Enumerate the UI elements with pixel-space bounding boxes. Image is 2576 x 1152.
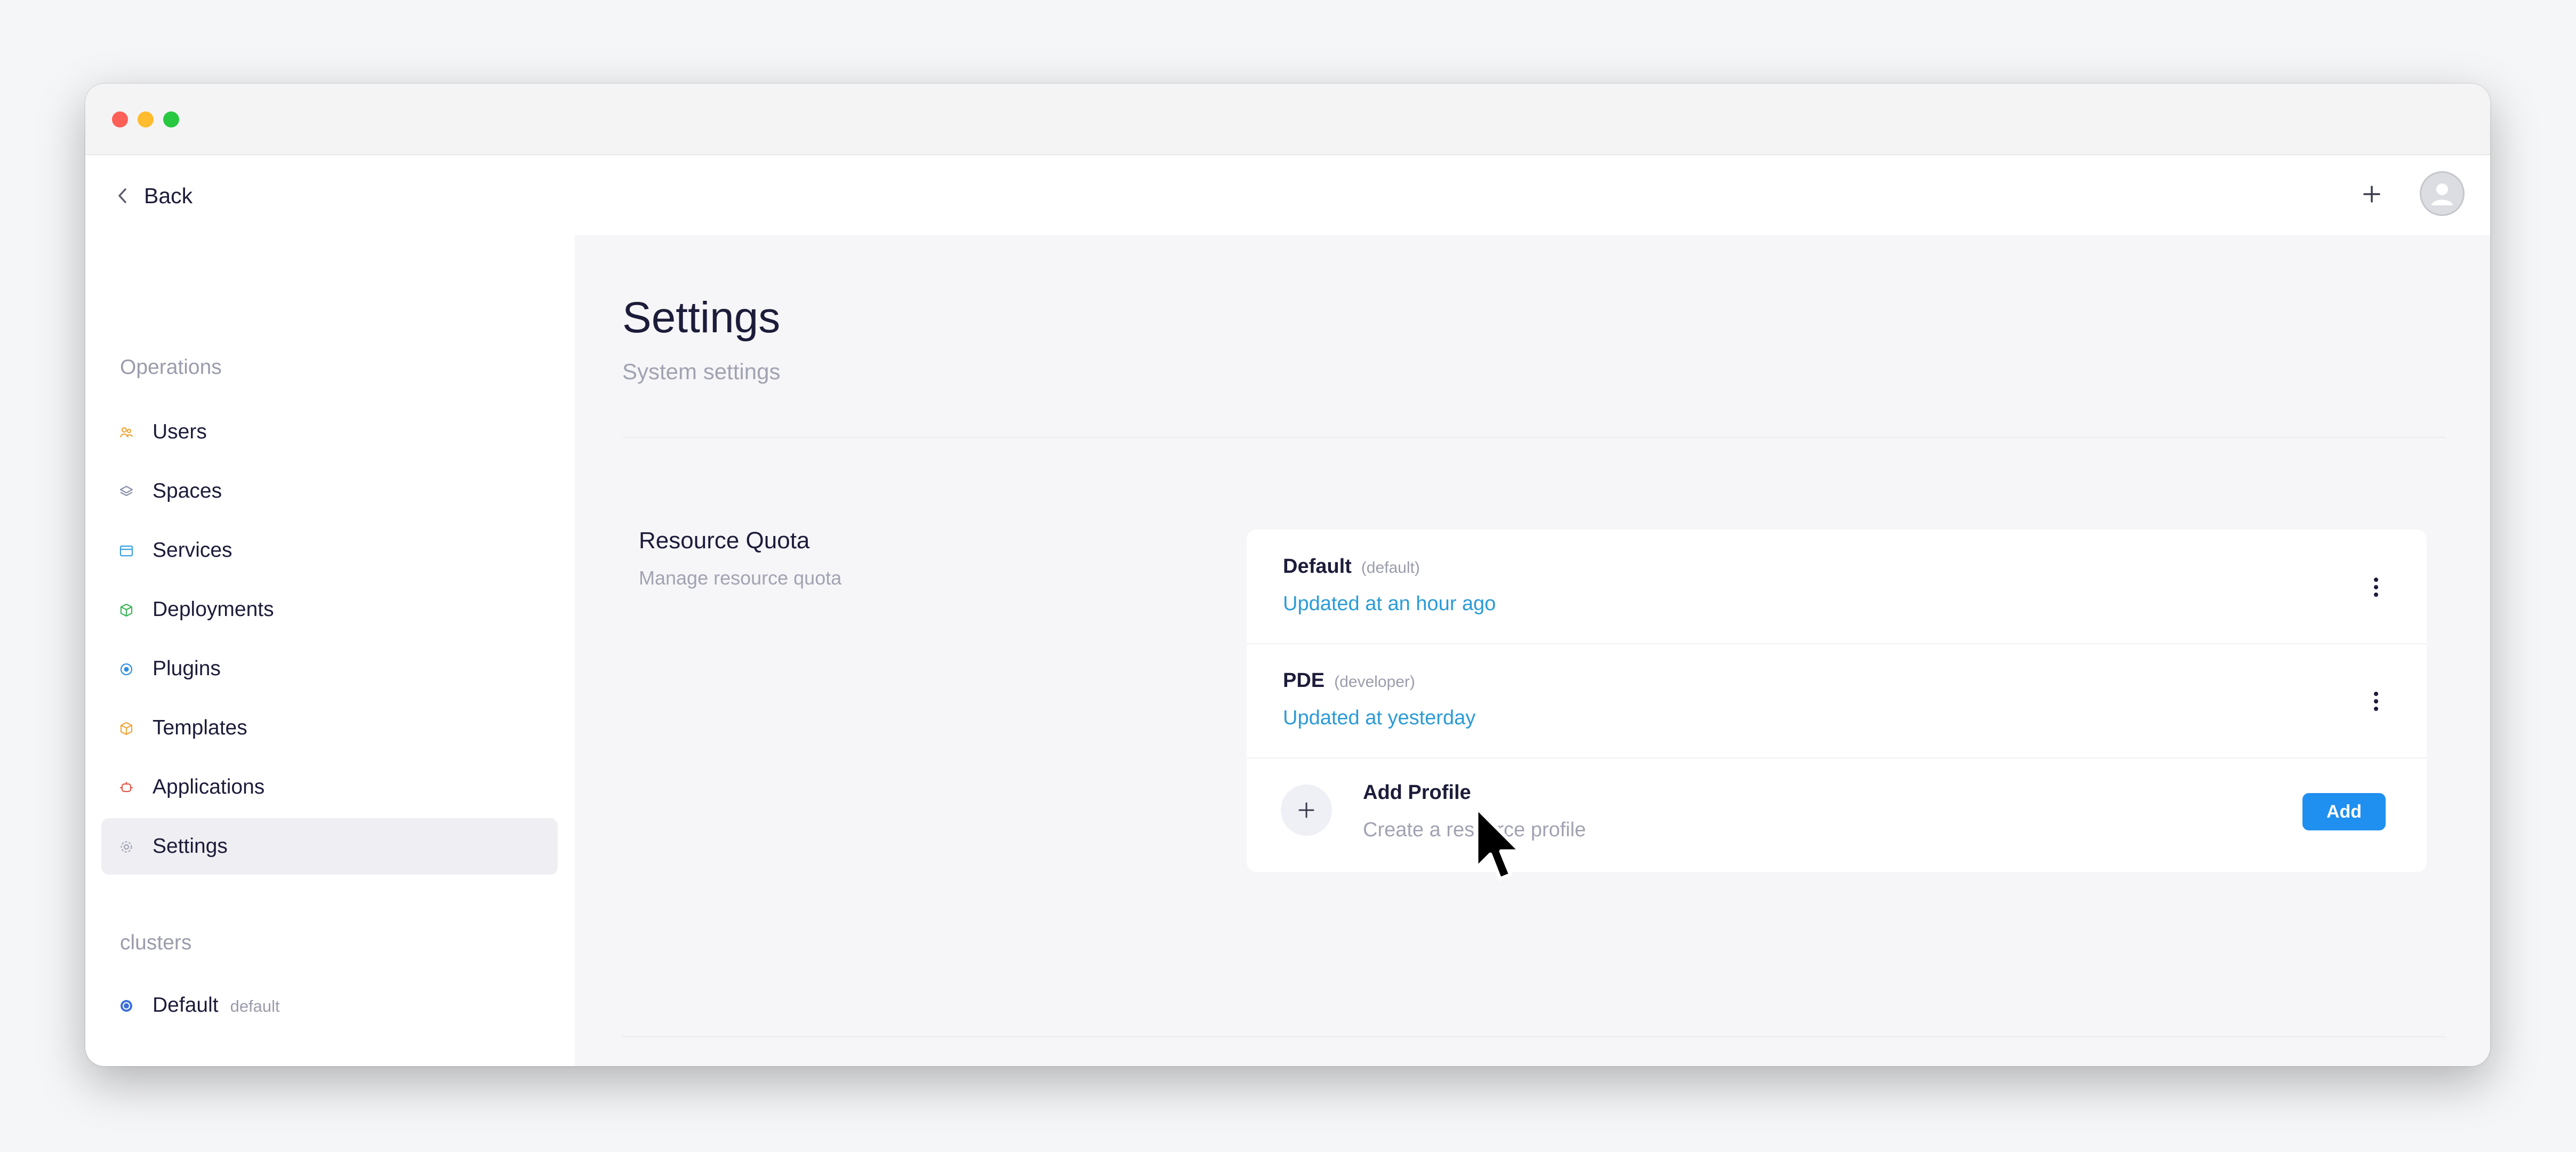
sidebar-item-label: Spaces — [153, 479, 222, 502]
main-content: Settings System settings Resource Quota … — [575, 235, 2490, 1066]
resource-quota-card: Default (default) Updated at an hour ago … — [1247, 530, 2427, 872]
chevron-left-icon — [118, 188, 126, 203]
sidebar-item-label: Plugins — [153, 657, 221, 680]
sidebar-item-label: Default — [153, 994, 219, 1017]
more-options-button[interactable] — [2363, 571, 2389, 603]
profile-row[interactable]: PDE (developer) Updated at yesterday — [1247, 644, 2427, 758]
add-button[interactable] — [2353, 175, 2390, 213]
browser-window-icon — [119, 545, 133, 557]
plus-icon — [1298, 802, 1314, 818]
profile-row[interactable]: Default (default) Updated at an hour ago — [1247, 530, 2427, 644]
profile-name: PDE — [1283, 669, 1325, 692]
sidebar-item-applications[interactable]: Applications — [101, 759, 558, 815]
sidebar-item-label: Deployments — [153, 598, 274, 621]
plus-icon — [2363, 186, 2380, 203]
page-subtitle: System settings — [622, 359, 781, 384]
plugin-icon — [120, 663, 133, 676]
sidebar: Operations Users Spaces Services Deploym… — [85, 235, 575, 1066]
profile-name: Default — [1283, 555, 1352, 578]
profile-updated[interactable]: Updated at yesterday — [1283, 707, 1475, 730]
sidebar-item-plugins[interactable]: Plugins — [101, 641, 558, 697]
sidebar-item-cluster-default[interactable]: Default default — [101, 977, 558, 1034]
user-icon — [2431, 183, 2453, 205]
cluster-icon — [121, 1000, 132, 1012]
add-profile-row: Add Profile Create a resource profile Ad… — [1247, 758, 2427, 871]
add-profile-button[interactable]: Add — [2302, 793, 2386, 830]
more-options-button[interactable] — [2363, 685, 2389, 717]
top-bar: Back — [85, 155, 2490, 235]
title-bar — [85, 84, 2490, 155]
profile-name-group: PDE (developer) — [1283, 669, 1415, 692]
sidebar-item-label: Settings — [153, 835, 228, 858]
add-profile-circle[interactable] — [1281, 785, 1332, 836]
cube-icon — [120, 603, 133, 617]
sidebar-item-deployments[interactable]: Deployments — [101, 581, 558, 638]
cluster-tag: default — [230, 997, 280, 1015]
sidebar-item-label: Applications — [153, 775, 265, 798]
profile-key: (developer) — [1334, 673, 1415, 691]
mouse-cursor-icon — [1474, 805, 1521, 881]
layers-icon — [119, 485, 133, 497]
minimize-window-button[interactable] — [138, 111, 154, 127]
divider — [622, 437, 2446, 438]
maximize-window-button[interactable] — [163, 111, 179, 127]
avatar[interactable] — [2420, 171, 2465, 216]
app-icon — [120, 782, 133, 793]
kebab-menu-icon — [2374, 578, 2378, 597]
close-window-button[interactable] — [112, 111, 128, 127]
sidebar-section-heading: Operations — [120, 356, 222, 379]
sidebar-item-label: Services — [153, 539, 232, 562]
app-window: Back Operations Users Spaces Services De… — [85, 84, 2490, 1066]
profile-key: (default) — [1361, 559, 1420, 577]
sidebar-item-templates[interactable]: Templates — [101, 700, 558, 756]
profile-updated[interactable]: Updated at an hour ago — [1283, 593, 1496, 615]
profile-name-group: Default (default) — [1283, 555, 1420, 578]
sidebar-section-heading: clusters — [120, 931, 192, 954]
back-label: Back — [144, 183, 193, 208]
sidebar-item-services[interactable]: Services — [101, 522, 558, 579]
add-profile-title: Add Profile — [1363, 781, 1471, 804]
page-title: Settings — [622, 293, 781, 342]
sidebar-item-label: Templates — [153, 716, 247, 739]
users-icon — [119, 427, 133, 438]
divider — [622, 1036, 2446, 1037]
sidebar-item-label: Users — [153, 420, 207, 443]
cluster-label-group: Default default — [153, 994, 280, 1017]
sidebar-item-spaces[interactable]: Spaces — [101, 463, 558, 519]
section-title: Resource Quota — [639, 527, 810, 554]
gear-icon — [121, 841, 132, 853]
kebab-menu-icon — [2374, 692, 2378, 711]
sidebar-item-users[interactable]: Users — [101, 404, 558, 460]
section-subtitle: Manage resource quota — [639, 567, 842, 589]
sidebar-item-settings[interactable]: Settings — [101, 818, 558, 875]
box-icon — [120, 722, 133, 735]
back-button[interactable]: Back — [117, 180, 192, 212]
